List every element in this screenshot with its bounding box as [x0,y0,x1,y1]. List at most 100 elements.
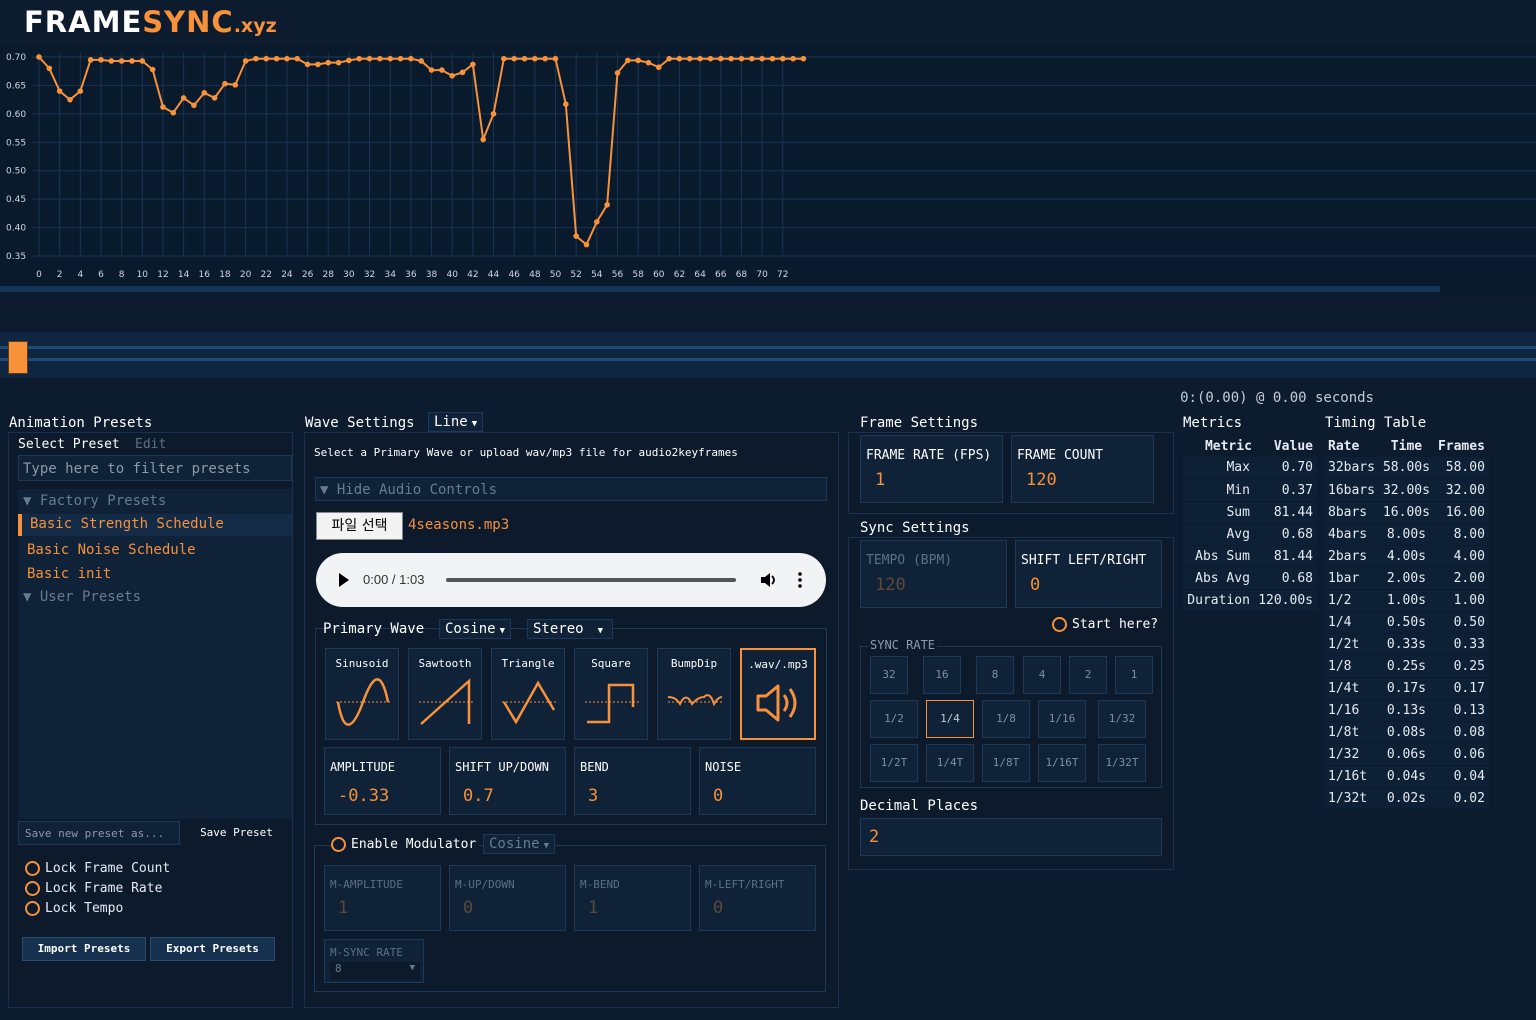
preset-item[interactable]: Basic init [27,566,111,582]
bend-field[interactable]: BEND 3 [574,747,691,815]
wave-card-sawtooth[interactable]: Sawtooth [408,648,482,740]
metrics-title: Metrics [1183,415,1243,431]
sync-rate-button[interactable]: 1/32T [1098,744,1146,782]
sync-rate-button[interactable]: 4 [1023,656,1061,694]
frame-count-field[interactable]: FRAME COUNT 120 [1011,435,1154,503]
frame-slider[interactable] [0,332,1536,378]
factory-presets-group[interactable]: ▼ Factory Presets [23,493,166,509]
sync-rate-button[interactable]: 32 [870,656,908,694]
file-choose-button[interactable]: 파일 선택 [316,512,403,540]
user-presets-group[interactable]: ▼ User Presets [23,589,141,605]
channel-select[interactable]: Stereo ▼ [527,619,613,639]
sync-rate-button[interactable]: 1/16T [1038,744,1086,782]
lock-frame-count-toggle[interactable]: Lock Frame Count [25,861,170,876]
chart-point [470,61,476,68]
volume-icon[interactable] [760,571,778,589]
x-tick-label: 48 [529,270,541,280]
preset-filter-input[interactable]: Type here to filter presets [18,455,292,481]
tab-select-preset[interactable]: Select Preset [18,437,120,452]
metric-name: Max [1183,457,1254,480]
m-left-right-field[interactable]: M-LEFT/RIGHT 0 [699,865,816,931]
shift-up-down-field[interactable]: SHIFT UP/DOWN 0.7 [449,747,566,815]
m-up-down-field[interactable]: M-UP/DOWN 0 [449,865,566,931]
wave-card-triangle[interactable]: Triangle [491,648,565,740]
sync-rate-button[interactable]: 1/4T [926,744,974,782]
sync-rate-button[interactable]: 1/2T [870,744,918,782]
tempo-field[interactable]: TEMPO (BPM) 120 [860,540,1007,608]
start-here-toggle[interactable]: Start here? [1052,617,1158,632]
x-tick-label: 38 [426,270,438,280]
wave-card-audio[interactable]: .wav/.mp3 [740,648,816,740]
chart-scrollbar[interactable] [0,286,1440,292]
sync-rate-button[interactable]: 8 [976,656,1014,694]
play-icon[interactable] [338,573,350,587]
chart-point [211,95,218,101]
wave-chart-svg: 0.700.650.600.550.500.450.400.350 2 4 6 8 10 1… [6,53,1536,280]
m-bend-field[interactable]: M-BEND 1 [574,865,691,931]
timing-row: 32bars 58.00s 58.00 [1324,457,1489,480]
sawtooth-wave-icon [419,678,473,725]
import-presets-button[interactable]: Import Presets [22,937,146,961]
noise-field[interactable]: NOISE 0 [699,747,816,815]
metric-value: 0.37 [1253,479,1317,502]
audio-progress-bar[interactable] [446,578,736,582]
sync-rate-button[interactable]: 1/2 [870,700,918,738]
lock-frame-rate-toggle[interactable]: Lock Frame Rate [25,881,162,896]
wave-mode-select[interactable]: Line ▼ [428,412,484,432]
decimal-places-field[interactable]: 2 [860,818,1162,856]
metrics-row: Min 0.37 [1183,479,1317,502]
lock-tempo-toggle[interactable]: Lock Tempo [25,901,123,916]
tab-edit[interactable]: Edit [135,437,166,452]
wave-card-sinusoid[interactable]: Sinusoid [325,648,399,740]
x-tick-label: 54 [591,270,603,280]
enable-modulator-toggle[interactable]: Enable Modulator [331,837,480,852]
preset-item-selected[interactable]: Basic Strength Schedule [18,514,292,536]
chart-point [656,64,662,71]
sync-rate-button[interactable]: 2 [1069,656,1107,694]
chart-point [46,65,53,72]
y-tick-label: 0.65 [6,81,26,91]
audio-controls-toggle[interactable]: ▼ Hide Audio Controls [315,477,827,501]
amplitude-field[interactable]: AMPLITUDE -0.33 [324,747,441,815]
frame-rate-field[interactable]: FRAME RATE (FPS) 1 [860,435,1003,503]
timing-row: 1/4 0.50s 0.50 [1324,611,1489,634]
sync-rate-button[interactable]: 1/8 [982,700,1030,738]
preset-item[interactable]: Basic Noise Schedule [27,542,196,558]
m-sync-rate-field[interactable]: M-SYNC RATE 8 ▼ [324,939,424,983]
sync-rate-button[interactable]: 16 [923,656,961,694]
more-options-icon[interactable] [797,571,803,589]
m-sync-rate-select[interactable]: 8 ▼ [330,962,420,980]
sync-rate-button[interactable]: 1/32 [1098,700,1146,738]
wave-card-square[interactable]: Square [574,648,648,740]
sync-rate-button[interactable]: 1/4 [926,700,974,738]
primary-wave-type-select[interactable]: Cosine ▼ [439,619,511,639]
save-preset-button[interactable]: Save Preset [181,821,292,845]
chart-point [67,96,73,103]
slider-thumb[interactable] [8,341,28,374]
timing-time: 0.13s [1378,699,1434,722]
modulator-type-select[interactable]: Cosine ▼ [483,834,555,854]
x-tick-label: 4 [77,270,83,280]
chart-point [676,55,683,62]
x-tick-label: 14 [178,270,190,280]
timing-time: 2.00s [1378,567,1434,590]
chart-point [346,57,352,64]
sync-rate-button[interactable]: 1/16 [1038,700,1086,738]
wave-card-bumpdip[interactable]: BumpDip [657,648,731,740]
sync-rate-button[interactable]: 1/8T [982,744,1030,782]
timing-row: 1/8t 0.08s 0.08 [1324,721,1489,744]
save-preset-name-input[interactable]: Save new preset as... [18,821,180,845]
chart-point [542,55,548,62]
export-presets-button[interactable]: Export Presets [150,937,275,961]
chevron-down-icon: ▼ [543,841,549,851]
chart-point [284,55,290,62]
timing-frames: 58.00 [1433,457,1489,480]
wave-chart[interactable]: 0.70 0.65 0.60 0.55 0.50 0.45 0.40 0.35 0 2 4 6 8 10 1… [0,44,1536,294]
metric-value: 81.44 [1253,545,1317,568]
timing-frames: 0.13 [1433,699,1489,722]
sync-rate-button[interactable]: 1 [1115,656,1153,694]
metric-value: 0.70 [1253,457,1317,480]
x-tick-label: 62 [674,270,685,280]
shift-left-right-field[interactable]: SHIFT LEFT/RIGHT 0 [1015,540,1162,608]
m-amplitude-field[interactable]: M-AMPLITUDE 1 [324,865,441,931]
